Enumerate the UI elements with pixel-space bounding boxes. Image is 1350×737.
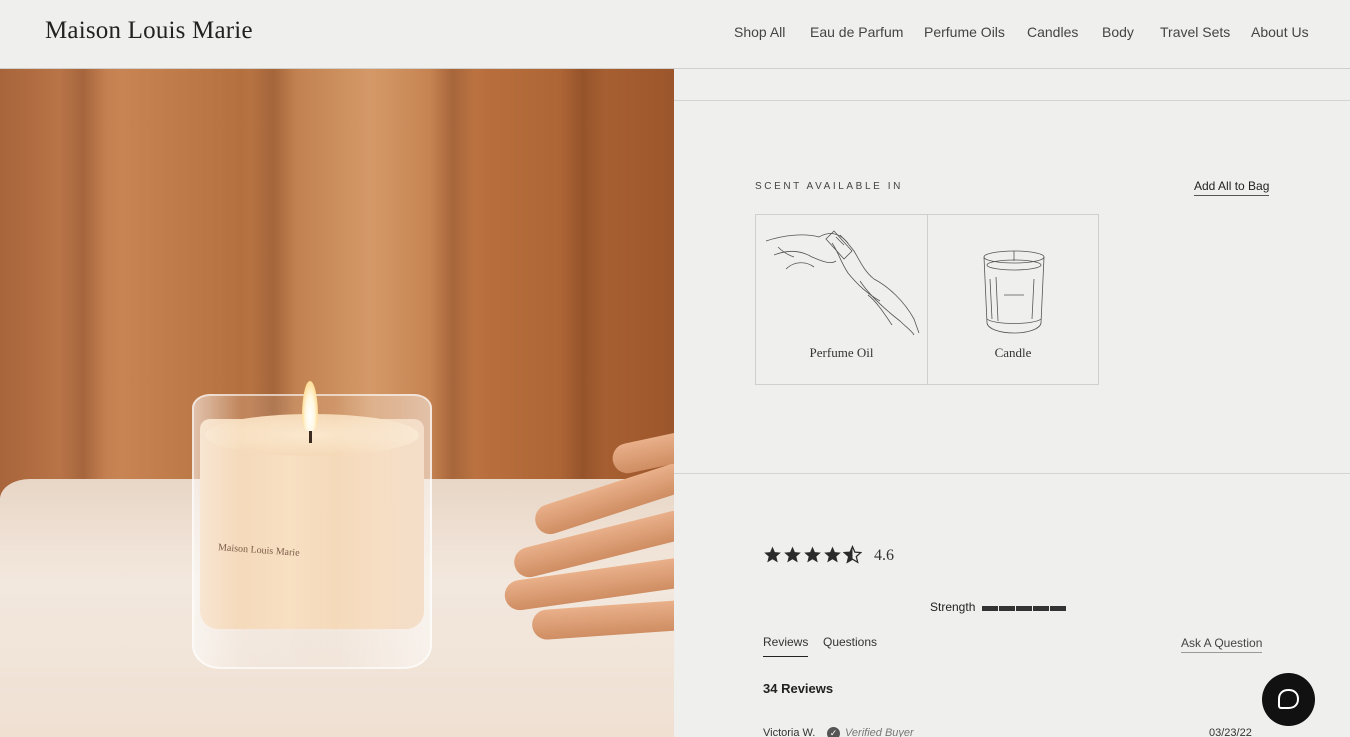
scent-option-label: Candle [994,345,1032,360]
nav-body[interactable]: Body [1102,24,1134,40]
star-full-icon [804,546,821,563]
nav-eau-de-parfum[interactable]: Eau de Parfum [810,24,903,40]
scent-available-label: SCENT AVAILABLE IN [755,181,903,192]
scent-option-perfume-oil[interactable]: Perfume Oil [756,215,927,384]
tab-reviews[interactable]: Reviews [763,635,809,657]
verified-check-icon: ✓ [827,727,840,737]
curtain-fold [60,69,106,499]
reviewer-name: Victoria W. [763,727,816,737]
add-all-to-bag-link[interactable]: Add All to Bag [1194,179,1270,196]
scent-options: Perfume Oil Candle [755,214,1099,385]
nav-travel-sets[interactable]: Travel Sets [1160,24,1230,40]
chat-button[interactable] [1262,673,1315,726]
divider [674,100,1350,101]
scent-option-candle[interactable]: Candle [927,215,1098,384]
chat-bubble-icon [1278,688,1300,709]
divider [674,473,1350,474]
perfume-oil-sketch-icon [765,230,920,336]
star-full-icon [824,546,841,563]
tab-questions[interactable]: Questions [823,635,877,649]
nav-perfume-oils[interactable]: Perfume Oils [924,24,1005,40]
star-half-icon [843,545,862,564]
curtain-fold [430,69,476,499]
strength-label: Strength [930,600,976,614]
review-item: Victoria W. ✓ Verified Buyer 03/23/22 [763,725,1263,737]
hand [492,427,674,649]
nav-shop-all[interactable]: Shop All [734,24,785,40]
star-full-icon [764,546,781,563]
candle-wick [309,429,312,443]
nav-about-us[interactable]: About Us [1251,24,1309,40]
scent-option-label: Perfume Oil [809,345,874,360]
star-full-icon [784,546,801,563]
product-detail-panel: SCENT AVAILABLE IN Add All to Bag Perfum… [674,69,1350,737]
star-rating [763,545,862,564]
ask-a-question-link[interactable]: Ask A Question [1181,636,1263,653]
product-hero-image: Maison Louis Marie [0,69,674,737]
strength-meter [982,606,1066,611]
candle-sketch-icon [983,250,1045,334]
review-date: 03/23/22 [1209,727,1252,737]
average-rating: 4.6 [874,547,894,564]
candle-glass [192,394,432,669]
site-header: Maison Louis Marie Shop All Eau de Parfu… [0,0,1350,69]
main-nav: Shop All Eau de Parfum Perfume Oils Cand… [0,24,1350,44]
candle-flame [302,381,318,431]
nav-candles[interactable]: Candles [1027,24,1078,40]
review-count: 34 Reviews [763,681,834,696]
verified-buyer-label: Verified Buyer [845,727,914,737]
